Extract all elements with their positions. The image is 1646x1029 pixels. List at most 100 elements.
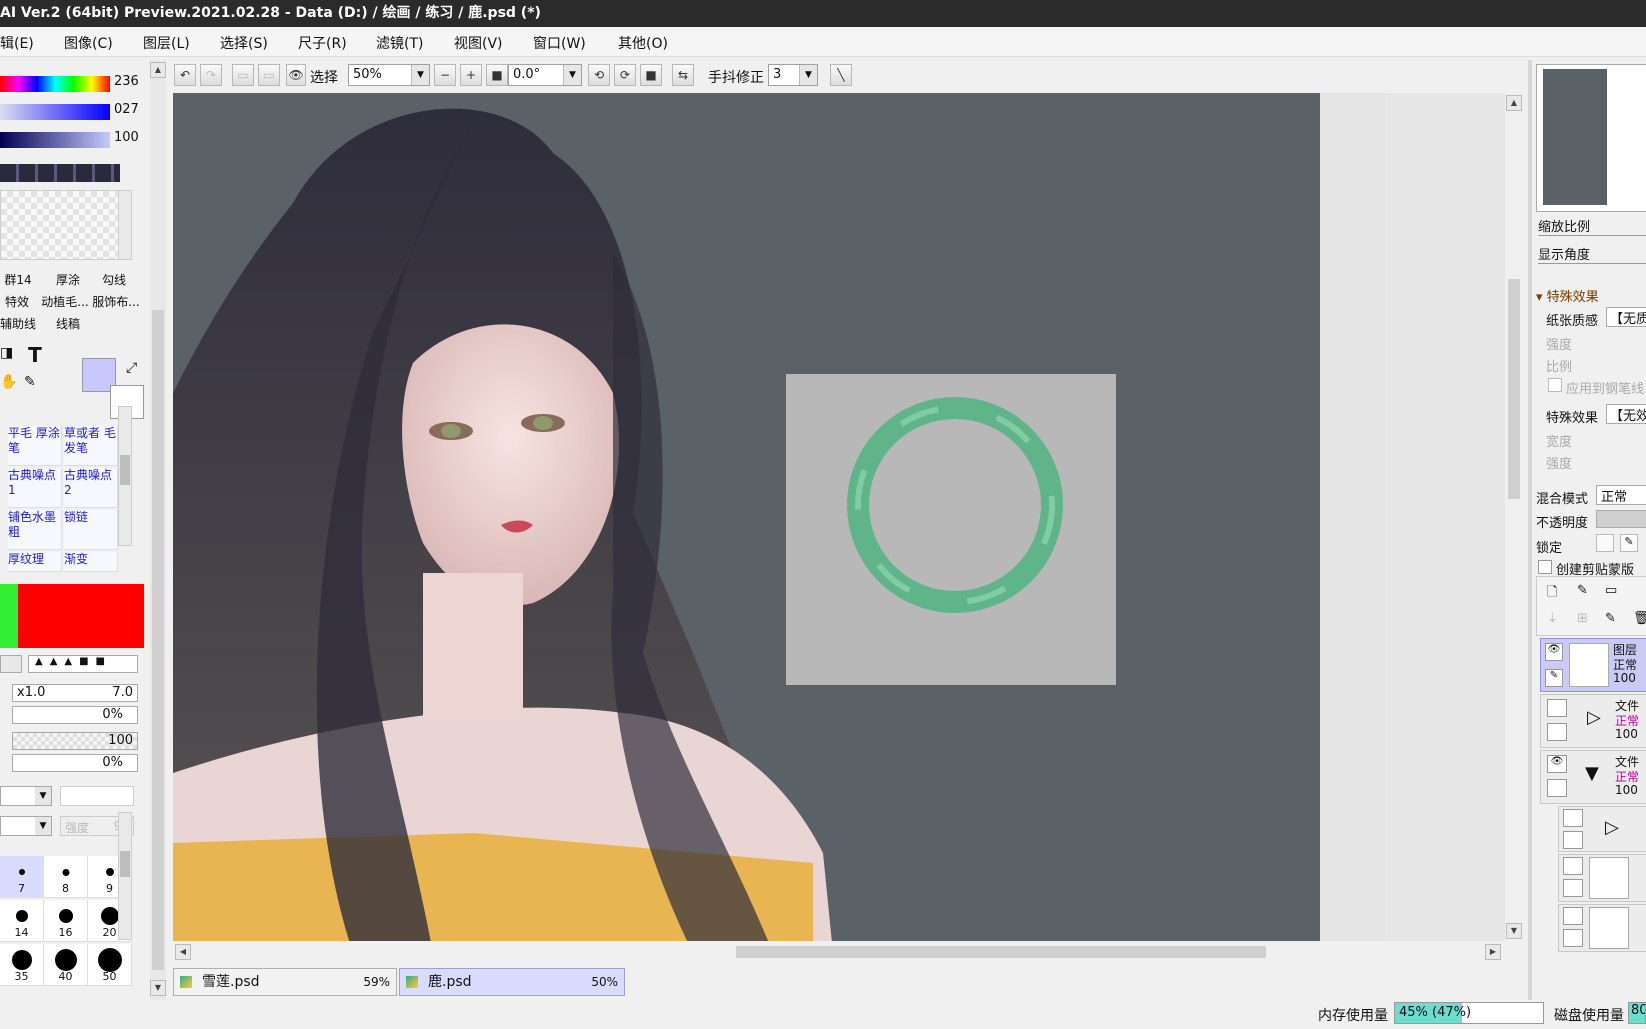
menu-other[interactable]: 其他(O) — [618, 33, 668, 53]
eye-icon[interactable]: 👁 — [1545, 643, 1563, 661]
scroll-right-icon[interactable]: ▶ — [1485, 944, 1501, 960]
opacity-slider[interactable] — [1596, 510, 1646, 528]
size-field[interactable]: x1.0 7.0 — [12, 684, 138, 702]
brush-item[interactable]: 草或者 毛发笔 — [64, 426, 118, 466]
straight-line-icon[interactable]: ╲ — [830, 64, 852, 86]
scroll-thumb[interactable] — [736, 946, 1266, 958]
brush-item[interactable]: 锁链 — [64, 510, 118, 550]
pencil-icon[interactable]: ✎ — [1545, 669, 1563, 687]
menu-select[interactable]: 选择(S) — [220, 33, 268, 53]
saturation-slider[interactable] — [0, 104, 110, 120]
brush-set-tab[interactable]: 特效 — [0, 292, 34, 312]
brush-set-tab[interactable]: 线稿 — [48, 314, 88, 334]
eye-icon[interactable]: 👁 — [286, 64, 306, 86]
lock-toggle[interactable] — [1547, 723, 1567, 741]
lock-paint-icon[interactable]: ✎ — [1620, 534, 1638, 552]
new-layer-icon[interactable]: 🗋 — [1547, 583, 1557, 605]
zoom-out-icon[interactable]: − — [434, 64, 456, 86]
scroll-thumb[interactable] — [1508, 279, 1520, 499]
zoom-ratio-slider[interactable] — [1538, 232, 1646, 236]
folder-collapsed-icon[interactable]: ▷ — [1587, 707, 1601, 728]
blend-dropdown[interactable]: ▼ — [0, 816, 52, 836]
deselect-icon[interactable]: ▭ — [232, 64, 254, 86]
rotate-right-icon[interactable]: ⟳ — [614, 64, 636, 86]
zoom-combo[interactable]: 50% ▼ — [348, 64, 430, 86]
min-size-field[interactable]: 0% — [12, 706, 138, 724]
folder-collapsed-icon[interactable]: ▷ — [1605, 817, 1619, 838]
doc-tab-active[interactable]: 鹿.psd 50% — [399, 968, 625, 996]
brush-list-scrollbar[interactable] — [118, 406, 132, 546]
texture-dropdown[interactable]: ▼ — [0, 786, 52, 806]
brush-size-cell[interactable]: 40 — [44, 944, 88, 986]
lock-toggle[interactable] — [1563, 929, 1583, 947]
brush-item[interactable]: 渐变 — [64, 552, 118, 572]
visibility-toggle[interactable] — [1547, 699, 1567, 717]
brush-set-tab[interactable]: 勾线 — [94, 270, 134, 290]
rotate-reset-icon[interactable]: ■ — [640, 64, 662, 86]
text-tool-icon[interactable]: T — [22, 343, 48, 369]
brush-size-cell[interactable]: 14 — [0, 900, 44, 942]
folder-row[interactable]: ▷ 文件 正常 100 — [1540, 694, 1646, 748]
scroll-up-icon[interactable]: ▲ — [1506, 95, 1522, 111]
size-grid-scrollbar[interactable] — [118, 812, 132, 940]
blend-field[interactable]: 0% — [12, 754, 138, 772]
shape-dropdown[interactable] — [0, 655, 22, 673]
undo-icon[interactable]: ↶ — [174, 64, 196, 86]
hue-slider[interactable] — [0, 76, 110, 92]
brush-size-cell[interactable]: 35 — [0, 944, 44, 986]
brush-item[interactable]: 厚纹理 — [8, 552, 62, 572]
scroll-down-icon[interactable]: ▼ — [1506, 923, 1522, 939]
brush-item[interactable]: 古典噪点 1 — [8, 468, 62, 508]
brush-size-cell[interactable]: 50 — [88, 944, 132, 986]
scroll-thumb[interactable] — [152, 310, 164, 970]
brush-size-cell[interactable]: 7 — [0, 856, 44, 898]
brush-item[interactable]: 平毛 厚涂笔 — [8, 426, 62, 466]
clear-layer-icon[interactable]: ✎ — [1605, 611, 1616, 626]
apply-pen-checkbox[interactable] — [1548, 378, 1562, 392]
sub-layer-row[interactable]: ▷ — [1558, 806, 1646, 852]
clipping-mask-checkbox[interactable] — [1538, 560, 1552, 574]
delete-layer-icon[interactable]: 🗑 — [1633, 611, 1646, 626]
paper-texture-select[interactable]: 【无质 — [1606, 307, 1646, 327]
doc-tab[interactable]: 雪莲.psd 59% — [173, 968, 397, 996]
display-angle-slider[interactable] — [1538, 260, 1646, 264]
flip-icon[interactable]: ⇆ — [672, 64, 694, 86]
panel-splitter[interactable] — [1528, 60, 1532, 1000]
visibility-toggle[interactable] — [1563, 809, 1583, 827]
value-slider[interactable] — [0, 132, 110, 148]
folder-row[interactable]: 👁 ▼ 文件 正常 100 — [1540, 750, 1646, 804]
blend-mode-select[interactable]: 正常 — [1596, 485, 1646, 505]
stabilizer-combo[interactable]: 3 ▼ — [768, 64, 818, 86]
canvas[interactable] — [173, 93, 1385, 941]
layer-row[interactable]: 👁 ✎ 图层 正常 100 — [1540, 638, 1646, 692]
eye-icon[interactable]: 👁 — [1547, 755, 1567, 773]
angle-combo[interactable]: 0.0° ▼ — [508, 64, 582, 86]
brush-set-tab[interactable]: 辅助线 — [0, 314, 36, 334]
zoom-in-icon[interactable]: + — [460, 64, 482, 86]
scroll-down-icon[interactable]: ▼ — [150, 980, 166, 996]
texture-field[interactable] — [60, 786, 134, 806]
redo-icon[interactable]: ↷ — [200, 64, 222, 86]
navigator-preview[interactable] — [1536, 64, 1646, 212]
fx-header[interactable]: ▾ 特殊效果 — [1536, 286, 1599, 305]
brush-set-tab[interactable]: 动植毛... — [40, 292, 90, 312]
merge-visible-icon[interactable]: ⊞ — [1577, 611, 1588, 626]
fx-select[interactable]: 【无效 — [1606, 404, 1646, 424]
swap-colors-icon[interactable]: ⤢ — [126, 360, 137, 376]
brush-size-cell[interactable]: 16 — [44, 900, 88, 942]
scroll-up-icon[interactable]: ▲ — [150, 62, 166, 78]
density-field[interactable]: 100 — [12, 732, 138, 750]
menu-edit[interactable]: 辑(E) — [0, 33, 34, 53]
canvas-vscroll[interactable]: ▲ ▼ — [1505, 93, 1523, 941]
sub-layer-row[interactable] — [1558, 854, 1646, 902]
left-panel-scrollbar[interactable]: ▲ ▼ — [150, 60, 166, 1000]
zoom-reset-icon[interactable]: ■ — [486, 64, 508, 86]
lock-toggle[interactable] — [1563, 879, 1583, 897]
new-linework-icon[interactable]: ✎ — [1577, 583, 1588, 598]
menu-layer[interactable]: 图层(L) — [143, 33, 190, 53]
sub-layer-row[interactable] — [1558, 904, 1646, 952]
scratchpad-scrollbar[interactable] — [118, 190, 132, 260]
menu-window[interactable]: 窗口(W) — [533, 33, 586, 53]
brush-item[interactable]: 古典噪点 2 — [64, 468, 118, 508]
fill-tool-icon[interactable]: ◨ — [0, 345, 16, 369]
